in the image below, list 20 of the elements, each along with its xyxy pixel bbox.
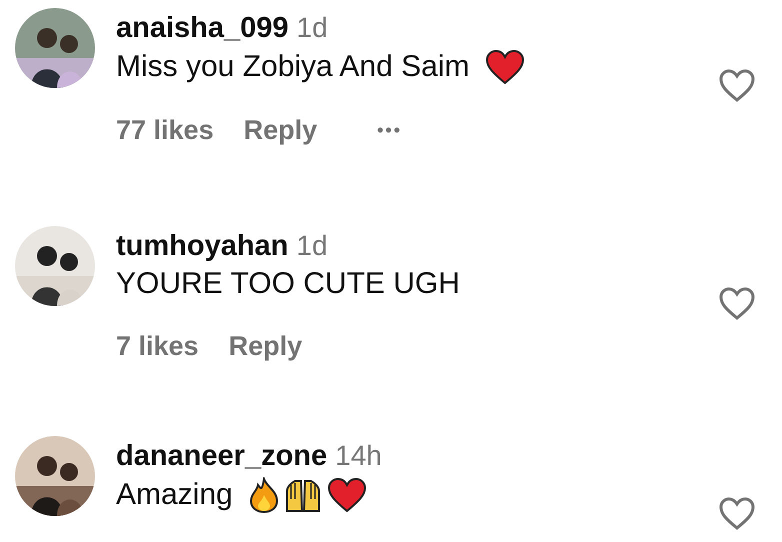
likes-count[interactable]: 77 likes <box>116 115 214 146</box>
reply-button[interactable]: Reply <box>244 115 318 146</box>
username[interactable]: tumhoyahan <box>116 230 288 263</box>
likes-count[interactable]: 7 likes <box>116 331 199 362</box>
fire-emoji <box>248 477 279 513</box>
like-button[interactable] <box>717 496 757 532</box>
username[interactable]: anaisha_099 <box>116 12 289 45</box>
like-button[interactable] <box>717 286 757 322</box>
comment-time: 1d <box>296 230 328 262</box>
comment-time: 1d <box>296 12 328 44</box>
reply-button[interactable]: Reply <box>228 331 302 362</box>
comment-text: Miss you Zobiya And Saim <box>116 50 470 84</box>
heart-emoji <box>326 477 367 513</box>
comment-text: Amazing <box>116 478 233 512</box>
username[interactable]: dananeer_zone <box>116 440 328 473</box>
heart-emoji <box>485 49 526 85</box>
more-button[interactable]: ••• <box>377 120 402 141</box>
comment-text: YOURE TOO CUTE UGH <box>116 267 460 301</box>
like-button[interactable] <box>717 68 757 104</box>
comment-time: 14h <box>335 440 382 472</box>
